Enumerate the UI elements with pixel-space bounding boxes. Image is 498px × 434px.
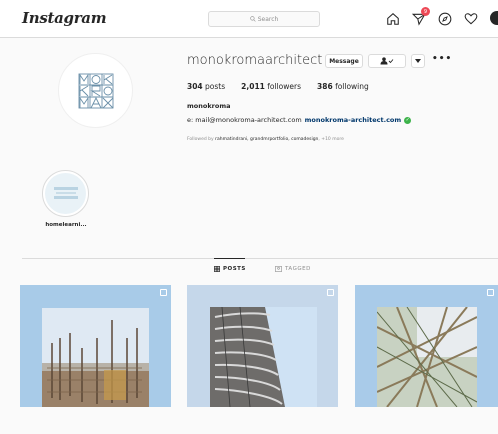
search-icon (249, 16, 256, 22)
multiple-photos-icon (160, 289, 167, 296)
profile-stats: 304 posts 2,011 followers 386 following (187, 82, 369, 91)
post-thumbnail[interactable] (355, 285, 498, 407)
tab-posts[interactable]: POSTS (214, 258, 246, 272)
profile-picture[interactable] (58, 53, 133, 128)
search-input[interactable]: Search (208, 11, 320, 27)
story-highlight[interactable] (42, 170, 89, 217)
tab-tagged[interactable]: TAGGED (275, 266, 311, 272)
post-thumbnail[interactable] (20, 285, 171, 407)
profile-full-name: monokroma (187, 102, 231, 110)
tabs-divider (22, 258, 498, 259)
explore-icon[interactable] (438, 11, 452, 26)
followers-stat[interactable]: 2,011 followers (241, 82, 301, 91)
message-button[interactable]: Message (325, 54, 363, 68)
grid-icon (214, 266, 220, 272)
posts-stat: 304 posts (187, 82, 226, 91)
top-navigation: Instagram Search 9 (0, 0, 498, 38)
building-facade-photo (210, 307, 317, 407)
home-icon[interactable] (386, 11, 400, 25)
monokroma-logo (78, 73, 113, 108)
highlight-label: homelearni... (45, 222, 87, 228)
chevron-down-icon (415, 59, 421, 63)
notification-badge: 9 (421, 7, 430, 16)
scaffolding-photo (377, 307, 477, 407)
direct-messages-icon[interactable]: 9 (411, 7, 430, 26)
suggested-accounts-dropdown[interactable] (411, 54, 425, 68)
search-placeholder: Search (257, 15, 279, 23)
instagram-logo[interactable]: Instagram (22, 9, 107, 27)
following-stat[interactable]: 386 following (317, 82, 369, 91)
profile-bio: e: mail@monokroma-architect.com monokrom… (187, 116, 412, 124)
construction-site-photo (42, 308, 149, 407)
highlight-cover-graphic (53, 186, 78, 199)
profile-username: monokromaarchitect (187, 53, 323, 68)
verified-check-icon: ✓ (404, 116, 412, 124)
following-button[interactable] (368, 54, 406, 68)
more-options-icon[interactable]: ••• (432, 54, 452, 64)
post-thumbnail[interactable] (187, 285, 338, 407)
person-check-icon (380, 57, 394, 65)
bio-website-link[interactable]: monokroma-architect.com (305, 116, 402, 124)
bio-email: e: mail@monokroma-architect.com (187, 116, 302, 124)
followed-by-text[interactable]: Followed by rahmatindrani, grandmrportfo… (187, 137, 344, 142)
highlight-cover (45, 173, 86, 214)
profile-avatar-nav[interactable] (490, 11, 498, 25)
tag-icon (275, 266, 282, 272)
activity-heart-icon[interactable] (464, 11, 478, 25)
multiple-photos-icon (487, 289, 494, 296)
multiple-photos-icon (327, 289, 334, 296)
nav-icons: 9 (386, 7, 498, 26)
